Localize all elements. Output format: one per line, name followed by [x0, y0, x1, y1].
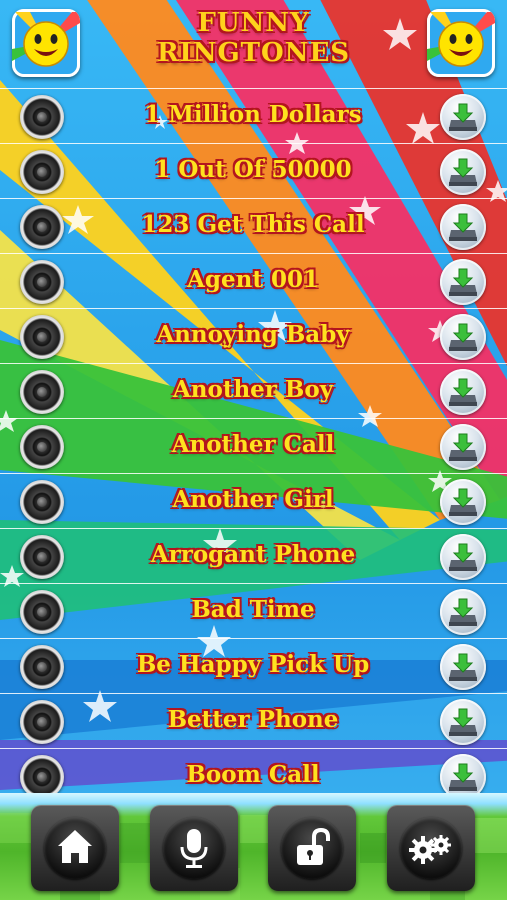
list-item[interactable]: Be Happy Pick Up: [0, 638, 507, 693]
list-item[interactable]: 1 Out Of 50000: [0, 143, 507, 198]
download-arrow-icon: [449, 543, 477, 571]
home-button[interactable]: [31, 805, 119, 891]
unlock-icon: [297, 827, 330, 865]
list-item[interactable]: 1 Million Dollars: [0, 88, 507, 143]
list-item[interactable]: Boom Call: [0, 748, 507, 793]
download-arrow-icon: [449, 653, 477, 681]
download-icon[interactable]: [440, 369, 486, 415]
download-icon[interactable]: [440, 424, 486, 470]
download-arrow-icon: [449, 488, 477, 516]
download-icon[interactable]: [440, 204, 486, 250]
list-item[interactable]: Another Call: [0, 418, 507, 473]
ringtone-name[interactable]: Another Girl: [78, 485, 428, 515]
list-item[interactable]: Another Boy: [0, 363, 507, 418]
settings-gears-icon: [409, 835, 451, 864]
download-icon[interactable]: [440, 314, 486, 360]
record-button[interactable]: [150, 805, 238, 891]
settings-button[interactable]: [387, 805, 475, 891]
title-line-2: RINGTONES: [156, 38, 351, 68]
home-icon: [58, 830, 92, 863]
list-item[interactable]: Agent 001: [0, 253, 507, 308]
speaker-icon[interactable]: [20, 590, 64, 634]
speaker-icon[interactable]: [20, 425, 64, 469]
speaker-icon[interactable]: [20, 480, 64, 524]
download-icon[interactable]: [440, 589, 486, 635]
download-icon[interactable]: [440, 534, 486, 580]
speaker-icon[interactable]: [20, 260, 64, 304]
download-icon[interactable]: [440, 754, 486, 793]
ringtone-name[interactable]: 123 Get This Call: [78, 210, 428, 240]
download-arrow-icon: [449, 598, 477, 626]
speaker-icon[interactable]: [20, 315, 64, 359]
download-arrow-icon: [449, 158, 477, 186]
microphone-icon: [180, 829, 208, 868]
speaker-icon[interactable]: [20, 700, 64, 744]
download-arrow-icon: [449, 213, 477, 241]
speaker-icon[interactable]: [20, 95, 64, 139]
smiley-face-icon[interactable]: [427, 9, 495, 77]
speaker-icon[interactable]: [20, 755, 64, 793]
download-icon[interactable]: [440, 644, 486, 690]
speaker-icon[interactable]: [20, 205, 64, 249]
list-item[interactable]: Another Girl: [0, 473, 507, 528]
ringtone-list[interactable]: 1 Million Dollars 1 Out Of 50000 123 Get…: [0, 88, 507, 793]
download-icon[interactable]: [440, 699, 486, 745]
ringtone-name[interactable]: Bad Time: [78, 595, 428, 625]
app-header: FUNNY RINGTONES: [0, 0, 507, 88]
download-arrow-icon: [449, 378, 477, 406]
download-icon[interactable]: [440, 259, 486, 305]
speaker-icon[interactable]: [20, 645, 64, 689]
list-item[interactable]: Arrogant Phone: [0, 528, 507, 583]
list-item[interactable]: Annoying Baby: [0, 308, 507, 363]
ringtone-name[interactable]: Arrogant Phone: [78, 540, 428, 570]
ringtone-name[interactable]: 1 Out Of 50000: [78, 155, 428, 185]
ringtone-name[interactable]: Boom Call: [78, 760, 428, 790]
smiley-face-icon[interactable]: [12, 9, 80, 77]
bottom-nav-bar: [0, 793, 507, 900]
download-arrow-icon: [449, 103, 477, 131]
ringtone-name[interactable]: Another Boy: [78, 375, 428, 405]
download-icon[interactable]: [440, 94, 486, 140]
download-arrow-icon: [449, 268, 477, 296]
list-item[interactable]: 123 Get This Call: [0, 198, 507, 253]
download-arrow-icon: [449, 323, 477, 351]
ringtone-name[interactable]: Annoying Baby: [78, 320, 428, 350]
unlock-button[interactable]: [268, 805, 356, 891]
download-icon[interactable]: [440, 149, 486, 195]
list-item[interactable]: Bad Time: [0, 583, 507, 638]
app-title: FUNNY RINGTONES: [100, 8, 407, 68]
download-arrow-icon: [449, 433, 477, 461]
download-arrow-icon: [449, 763, 477, 791]
speaker-icon[interactable]: [20, 370, 64, 414]
title-line-1: FUNNY: [197, 8, 310, 38]
download-arrow-icon: [449, 708, 477, 736]
ringtone-name[interactable]: Be Happy Pick Up: [78, 650, 428, 680]
ringtone-name[interactable]: Better Phone: [78, 705, 428, 735]
list-item[interactable]: Better Phone: [0, 693, 507, 748]
ringtone-name[interactable]: Agent 001: [78, 265, 428, 295]
ringtone-name[interactable]: 1 Million Dollars: [78, 100, 428, 130]
speaker-icon[interactable]: [20, 150, 64, 194]
speaker-icon[interactable]: [20, 535, 64, 579]
ringtone-name[interactable]: Another Call: [78, 430, 428, 460]
download-icon[interactable]: [440, 479, 486, 525]
